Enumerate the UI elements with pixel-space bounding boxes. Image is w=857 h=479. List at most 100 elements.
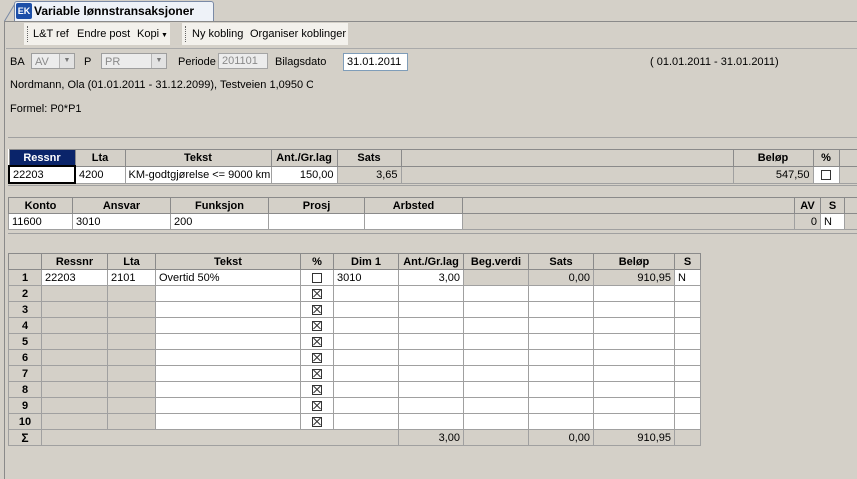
belop-cell[interactable]: 910,95 — [594, 270, 675, 286]
toolbar-grip[interactable] — [27, 26, 31, 42]
belop-cell[interactable] — [594, 350, 675, 366]
col-ressnr[interactable]: Ressnr — [9, 150, 75, 167]
checkbox[interactable] — [312, 273, 322, 283]
lta-cell[interactable] — [108, 302, 156, 318]
tekst-cell[interactable] — [156, 414, 301, 430]
col-belop[interactable]: Beløp — [733, 150, 813, 167]
belop-cell[interactable] — [594, 398, 675, 414]
col-prosj[interactable]: Prosj — [269, 198, 365, 214]
tekst-cell[interactable] — [156, 286, 301, 302]
checkbox-disabled-icon[interactable] — [312, 401, 322, 411]
table-row[interactable]: 5 — [9, 334, 701, 350]
s-cell[interactable] — [675, 382, 701, 398]
beg-cell[interactable] — [464, 270, 529, 286]
sats-cell[interactable] — [529, 302, 594, 318]
belop-cell[interactable] — [594, 286, 675, 302]
beg-cell[interactable] — [464, 398, 529, 414]
col-belop[interactable]: Beløp — [594, 254, 675, 270]
endre-post-button[interactable]: Endre post — [77, 26, 130, 42]
checkbox-disabled-icon[interactable] — [312, 321, 322, 331]
tekst-cell[interactable] — [156, 302, 301, 318]
p-select[interactable]: PR▼ — [101, 53, 167, 69]
col-sats[interactable]: Sats — [337, 150, 401, 167]
ansvar-cell[interactable]: 3010 — [73, 214, 171, 230]
table-row[interactable]: 3 — [9, 302, 701, 318]
belop-cell[interactable] — [594, 302, 675, 318]
col-ant[interactable]: Ant./Gr.lag — [271, 150, 337, 167]
tekst-cell[interactable] — [156, 382, 301, 398]
belop-cell[interactable] — [594, 382, 675, 398]
lt-ref-button[interactable]: L&T ref — [33, 26, 69, 42]
arbsted-cell[interactable] — [365, 214, 463, 230]
col-pct[interactable]: % — [813, 150, 839, 167]
lta-cell[interactable] — [108, 414, 156, 430]
ant-cell[interactable] — [399, 398, 464, 414]
col-tekst[interactable]: Tekst — [156, 254, 301, 270]
ant-cell[interactable] — [399, 366, 464, 382]
s-cell[interactable] — [675, 302, 701, 318]
beg-cell[interactable] — [464, 414, 529, 430]
funksjon-cell[interactable]: 200 — [171, 214, 269, 230]
tekst-cell[interactable] — [156, 366, 301, 382]
dim1-cell[interactable] — [334, 350, 399, 366]
pct-cell[interactable] — [301, 382, 334, 398]
ressnr-cell[interactable] — [42, 302, 108, 318]
prosj-cell[interactable] — [269, 214, 365, 230]
table-row[interactable]: 6 — [9, 350, 701, 366]
table-row[interactable]: 10 — [9, 414, 701, 430]
beg-cell[interactable] — [464, 302, 529, 318]
sats-cell[interactable] — [529, 286, 594, 302]
sats-cell[interactable] — [529, 366, 594, 382]
pct-cell[interactable] — [301, 318, 334, 334]
ant-cell[interactable] — [399, 286, 464, 302]
pct-cell[interactable] — [301, 350, 334, 366]
checkbox[interactable] — [821, 170, 831, 180]
s-cell[interactable] — [675, 366, 701, 382]
ressnr-cell[interactable] — [42, 366, 108, 382]
sats-cell[interactable] — [529, 414, 594, 430]
toolbar-grip[interactable] — [185, 26, 189, 42]
tekst-cell[interactable] — [156, 398, 301, 414]
tekst-cell[interactable]: Overtid 50% — [156, 270, 301, 286]
pct-cell[interactable] — [301, 414, 334, 430]
s-cell[interactable]: N — [675, 270, 701, 286]
ant-cell[interactable]: 3,00 — [399, 270, 464, 286]
s-cell[interactable] — [675, 350, 701, 366]
dim1-cell[interactable] — [334, 414, 399, 430]
dim1-cell[interactable] — [334, 398, 399, 414]
sats-cell[interactable] — [529, 350, 594, 366]
lta-cell[interactable] — [108, 350, 156, 366]
lta-cell[interactable] — [108, 366, 156, 382]
s-cell[interactable] — [675, 334, 701, 350]
ressnr-cell[interactable] — [42, 334, 108, 350]
col-lta[interactable]: Lta — [75, 150, 125, 167]
ny-kobling-button[interactable]: Ny kobling — [192, 26, 243, 42]
lta-cell[interactable]: 2101 — [108, 270, 156, 286]
s-cell[interactable] — [675, 414, 701, 430]
ant-cell[interactable] — [399, 302, 464, 318]
belop-cell[interactable] — [594, 334, 675, 350]
col-lta[interactable]: Lta — [108, 254, 156, 270]
belop-cell[interactable] — [594, 366, 675, 382]
tekst-cell[interactable] — [156, 350, 301, 366]
beg-cell[interactable] — [464, 318, 529, 334]
pct-cell[interactable] — [301, 302, 334, 318]
col-arbsted[interactable]: Arbsted — [365, 198, 463, 214]
table-row[interactable]: 9 — [9, 398, 701, 414]
ant-cell[interactable] — [399, 382, 464, 398]
konto-cell[interactable]: 11600 — [9, 214, 73, 230]
belop-cell[interactable] — [594, 318, 675, 334]
lta-cell[interactable] — [108, 286, 156, 302]
s-cell[interactable] — [675, 398, 701, 414]
dim1-cell[interactable] — [334, 382, 399, 398]
sats-cell[interactable] — [529, 318, 594, 334]
table-row[interactable]: 1222032101Overtid 50%30103,000,00910,95N — [9, 270, 701, 286]
table-row[interactable]: 4 — [9, 318, 701, 334]
col-ant[interactable]: Ant./Gr.lag — [399, 254, 464, 270]
pct-cell[interactable] — [301, 366, 334, 382]
dim1-cell[interactable] — [334, 302, 399, 318]
col-beg[interactable]: Beg.verdi — [464, 254, 529, 270]
checkbox-disabled-icon[interactable] — [312, 417, 322, 427]
lta-cell[interactable] — [108, 318, 156, 334]
dim1-cell[interactable] — [334, 334, 399, 350]
